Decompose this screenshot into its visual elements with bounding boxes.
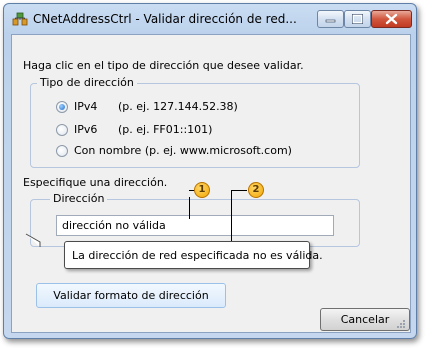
dialog-client-area: Haga clic en el tipo de dirección que de… bbox=[11, 34, 411, 333]
close-icon bbox=[385, 13, 398, 25]
radio-ipv6[interactable] bbox=[56, 124, 68, 136]
dialog-window: CNetAddressCtrl - Validar dirección de r… bbox=[3, 3, 417, 339]
maximize-button[interactable] bbox=[344, 10, 371, 28]
tooltip-tail bbox=[25, 233, 41, 247]
specify-address-label: Especifique una dirección. bbox=[23, 176, 168, 189]
radio-named[interactable] bbox=[56, 145, 68, 157]
radio-named-label[interactable]: Con nombre (p. ej. www.microsoft.com) bbox=[74, 144, 292, 157]
radio-ipv4-example: (p. ej. 127.144.52.38) bbox=[118, 100, 238, 113]
maximize-icon bbox=[352, 13, 363, 24]
radio-ipv6-label[interactable]: IPv6 bbox=[74, 123, 97, 136]
radio-ipv4[interactable] bbox=[56, 101, 68, 113]
validation-tooltip: La dirección de red especificada no es v… bbox=[64, 241, 323, 269]
callout-1-leader bbox=[189, 197, 190, 219]
callout-2-badge: 2 bbox=[248, 182, 264, 198]
instruction-text: Haga clic en el tipo de dirección que de… bbox=[23, 59, 304, 72]
minimize-icon bbox=[325, 19, 336, 23]
window-title: CNetAddressCtrl - Validar dirección de r… bbox=[33, 12, 297, 26]
radio-ipv6-example: (p. ej. FF01::101) bbox=[118, 123, 213, 136]
close-button[interactable] bbox=[371, 10, 412, 28]
validate-format-button[interactable]: Validar formato de dirección bbox=[36, 283, 226, 308]
title-bar[interactable]: CNetAddressCtrl - Validar dirección de r… bbox=[4, 4, 416, 34]
radio-ipv4-label[interactable]: IPv4 bbox=[74, 100, 97, 113]
address-type-legend: Tipo de dirección bbox=[37, 76, 137, 89]
callout-2-leader-h bbox=[231, 190, 247, 191]
callout-2-leader bbox=[231, 190, 232, 242]
minimize-button[interactable] bbox=[317, 10, 344, 28]
callout-1-badge: 1 bbox=[194, 182, 210, 198]
app-icon bbox=[12, 12, 28, 26]
address-input[interactable]: dirección no válida bbox=[56, 215, 334, 236]
resize-grip-icon[interactable] bbox=[396, 319, 406, 329]
address-legend: Dirección bbox=[50, 192, 108, 205]
